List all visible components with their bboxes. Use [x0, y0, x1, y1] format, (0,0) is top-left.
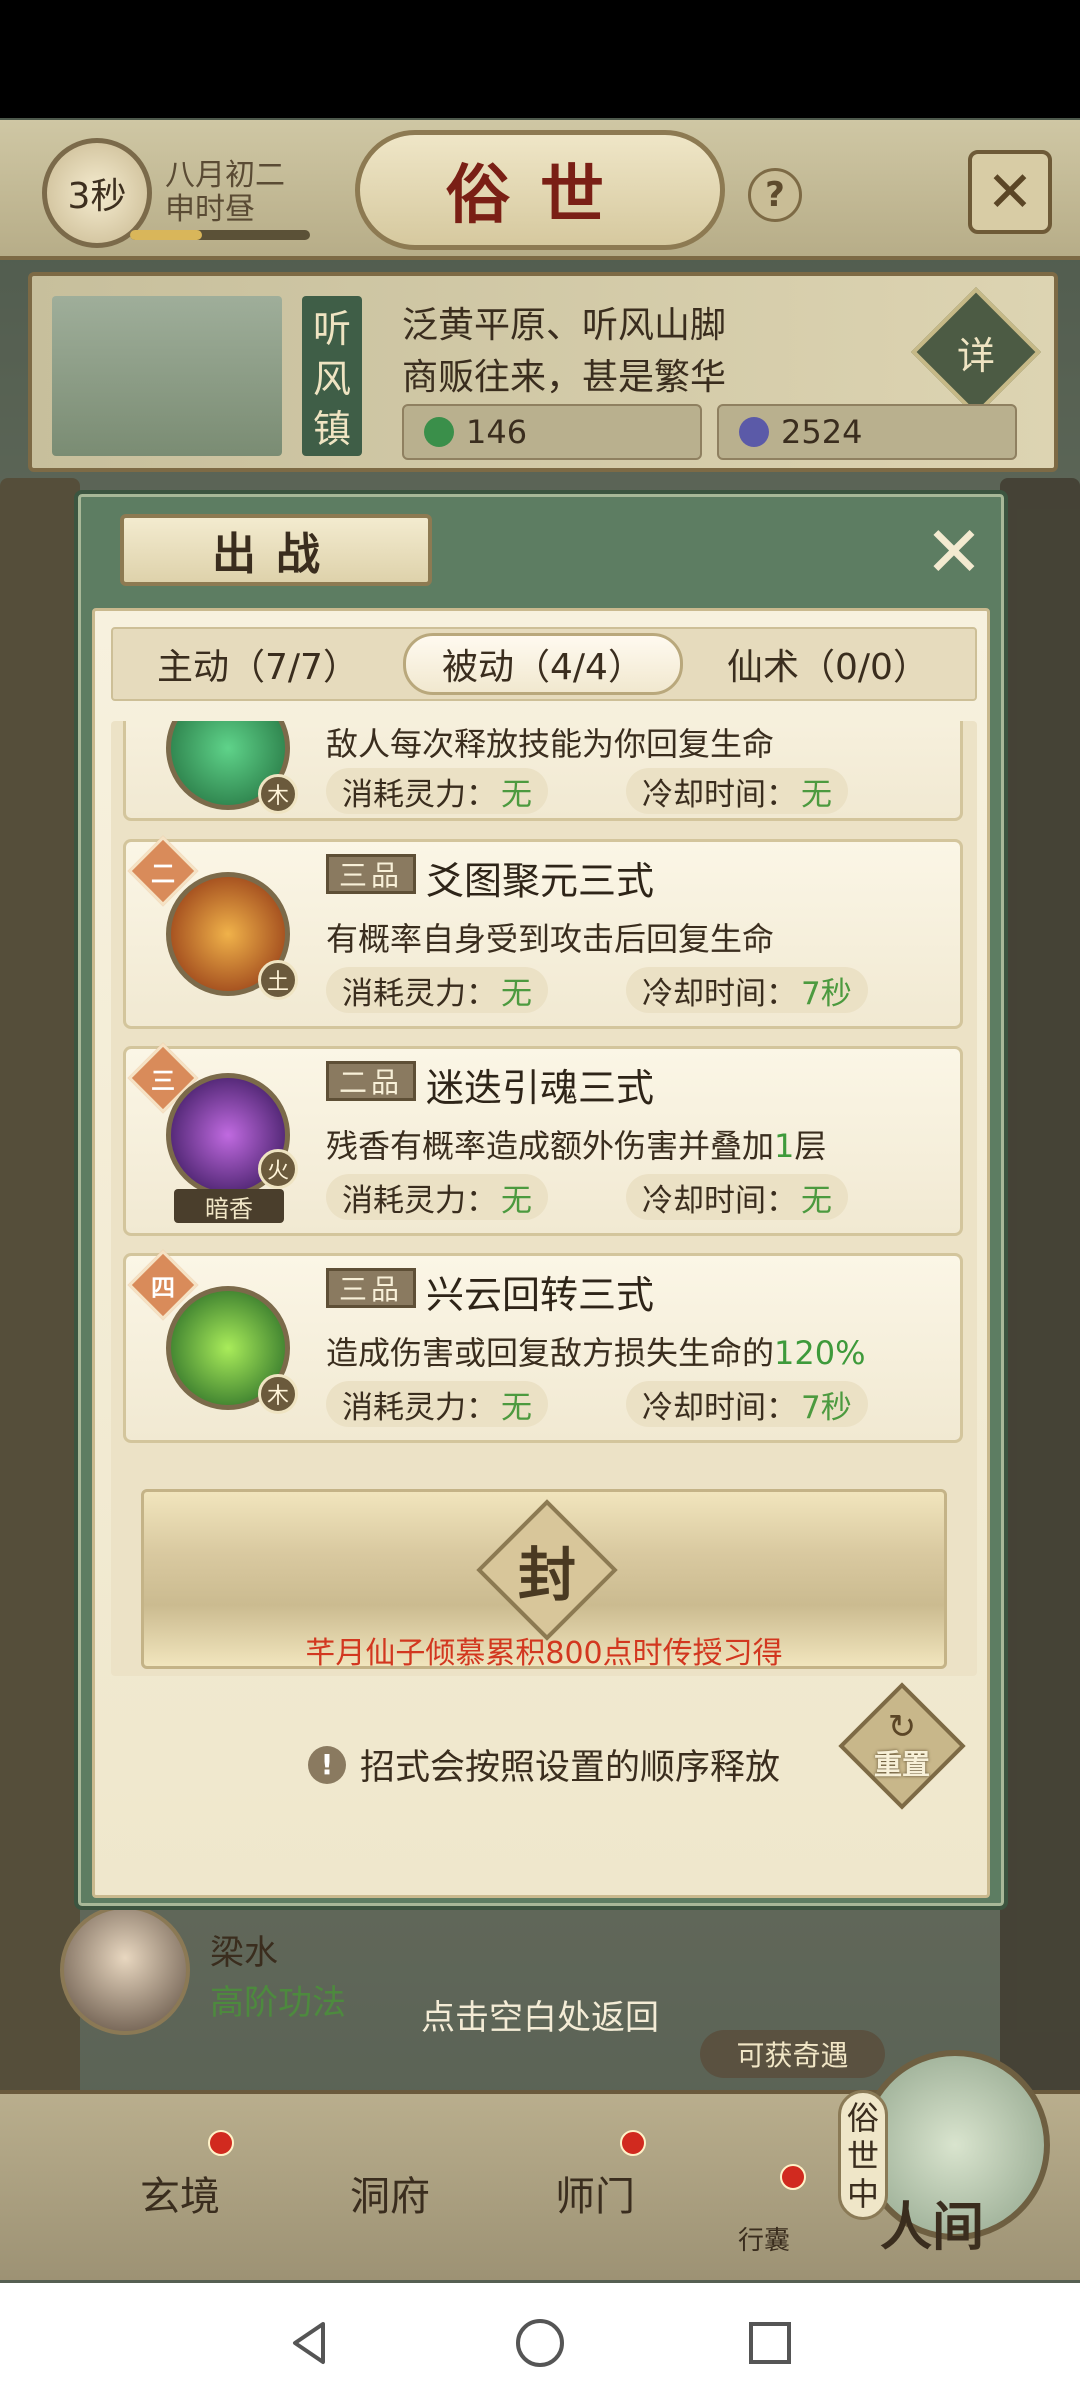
modal-content: 主动（7/7） 被动（4/4） 仙术（0/0） 木 敌人每次释放技能为你回复生命… — [92, 608, 990, 1898]
jade-icon — [424, 417, 454, 447]
location-panel: 听风镇 泛黄平原、听风山脚 商贩往来，甚是繁华 详 146 2524 — [28, 272, 1058, 472]
world-label[interactable]: 人间 — [880, 2185, 984, 2260]
cooldown: 冷却时间：无 — [626, 1174, 848, 1220]
element-badge: 木 — [258, 1374, 298, 1414]
grade-tag: 三品 — [326, 1268, 416, 1308]
help-icon[interactable]: ? — [748, 168, 802, 222]
notification-dot — [780, 2164, 806, 2190]
notification-dot — [620, 2130, 646, 2156]
home-icon[interactable] — [510, 2313, 570, 2373]
nav-dongfu[interactable]: 洞府 — [350, 2164, 430, 2222]
location-name-tag: 听风镇 — [302, 296, 362, 456]
spirit-stone-count: 2524 — [781, 413, 863, 451]
notification-dot — [208, 2130, 234, 2156]
grade-tag: 二品 — [326, 1061, 416, 1101]
reset-label[interactable]: 重置 — [857, 1701, 947, 1791]
skill-card[interactable]: 二 土 三品 爻图聚元三式 有概率自身受到攻击后回复生命 消耗灵力：无 冷却时间… — [123, 835, 963, 1029]
skill-description: 有概率自身受到攻击后回复生命 — [326, 920, 775, 958]
mana-cost: 消耗灵力：无 — [326, 1174, 548, 1220]
skill-name: 爻图聚元三式 — [426, 859, 655, 903]
top-bar: 3秒 八月初二 申时昼 俗世 ? ✕ — [0, 120, 1080, 260]
mana-cost: 消耗灵力：无 — [326, 1381, 548, 1427]
character-name: 梁水 — [210, 1933, 278, 1973]
android-nav-bar — [0, 2283, 1080, 2400]
jade-count: 146 — [466, 413, 528, 451]
skill-description: 残香有概率造成额外伤害并叠加1层 — [326, 1127, 827, 1165]
tab-passive-skills[interactable]: 被动（4/4） — [403, 633, 683, 695]
cooldown: 冷却时间： 7秒 — [626, 967, 868, 1013]
location-desc-line2: 商贩往来，甚是繁华 — [402, 357, 727, 398]
top-close-button[interactable]: ✕ — [968, 150, 1052, 234]
element-badge: 火 — [258, 1149, 298, 1189]
modal-title: 出战 — [120, 514, 432, 586]
unlock-condition: 芊月仙子倾慕累积800点时传授习得 — [305, 1636, 783, 1671]
cooldown: 冷却时间： 7秒 — [626, 1381, 868, 1427]
element-badge: 土 — [258, 960, 298, 1000]
cooldown: 冷却时间：无 — [626, 768, 848, 814]
skill-description: 造成伤害或回复敌方损失生命的120% — [326, 1334, 866, 1372]
mana-cost: 消耗灵力：无 — [326, 967, 548, 1013]
hint-text: 招式会按照设置的顺序释放 — [359, 1748, 780, 1788]
skill-name: 兴云回转三式 — [426, 1273, 655, 1317]
battle-skills-modal: 出战 ✕ 主动（7/7） 被动（4/4） 仙术（0/0） 木 敌人每次释放技能为… — [74, 490, 1008, 1910]
info-icon: ! — [307, 1745, 346, 1784]
recents-icon[interactable] — [740, 2313, 800, 2373]
spirit-stone-icon — [739, 417, 769, 447]
icon-caption: 暗香 — [174, 1189, 284, 1223]
tab-active-skills[interactable]: 主动（7/7） — [123, 633, 393, 695]
tap-to-return-hint: 点击空白处返回 — [421, 1998, 659, 2038]
skill-card[interactable]: 木 敌人每次释放技能为你回复生命 消耗灵力：无 冷却时间：无 — [123, 721, 963, 821]
skill-name: 迷迭引魂三式 — [426, 1066, 655, 1110]
seal-char: 封 — [517, 1541, 576, 1609]
close-icon[interactable]: ✕ — [914, 511, 994, 593]
location-desc-line1: 泛黄平原、听风山脚 — [402, 305, 727, 346]
nav-xingnang[interactable]: 行囊 — [738, 2220, 790, 2257]
grade-tag: 三品 — [326, 854, 416, 894]
encounter-tag[interactable]: 可获奇遇 — [700, 2030, 885, 2078]
nav-shimen[interactable]: 师门 — [555, 2164, 635, 2222]
scene-title: 俗世 — [355, 130, 725, 250]
skill-tabs: 主动（7/7） 被动（4/4） 仙术（0/0） — [111, 627, 977, 701]
resource-jade: 146 — [402, 404, 702, 460]
skill-list[interactable]: 木 敌人每次释放技能为你回复生命 消耗灵力：无 冷却时间：无 二 土 三品 爻图… — [111, 721, 977, 1676]
detail-button[interactable]: 详 — [910, 286, 1042, 418]
sealed-skill-slot[interactable]: 封 芊月仙子倾慕累积800点时传授习得 — [141, 1489, 947, 1671]
day-progress-bar — [130, 230, 310, 240]
element-badge: 木 — [258, 774, 298, 814]
skill-card[interactable]: 四 木 三品 兴云回转三式 造成伤害或回复敌方损失生命的120% 消耗灵力：无 … — [123, 1249, 963, 1443]
back-icon[interactable] — [280, 2313, 340, 2373]
tab-immortal-arts[interactable]: 仙术（0/0） — [693, 633, 963, 695]
town-image — [52, 296, 282, 456]
resource-spirit-stone: 2524 — [717, 404, 1017, 460]
mana-cost: 消耗灵力：无 — [326, 768, 548, 814]
skill-card[interactable]: 三 火 暗香 二品 迷迭引魂三式 残香有概率造成额外伤害并叠加1层 消耗灵力：无… — [123, 1042, 963, 1236]
time-of-day: 申时昼 — [165, 192, 255, 227]
skill-description: 敌人每次释放技能为你回复生命 — [326, 725, 775, 763]
nav-xuanjing[interactable]: 玄境 — [140, 2164, 220, 2222]
